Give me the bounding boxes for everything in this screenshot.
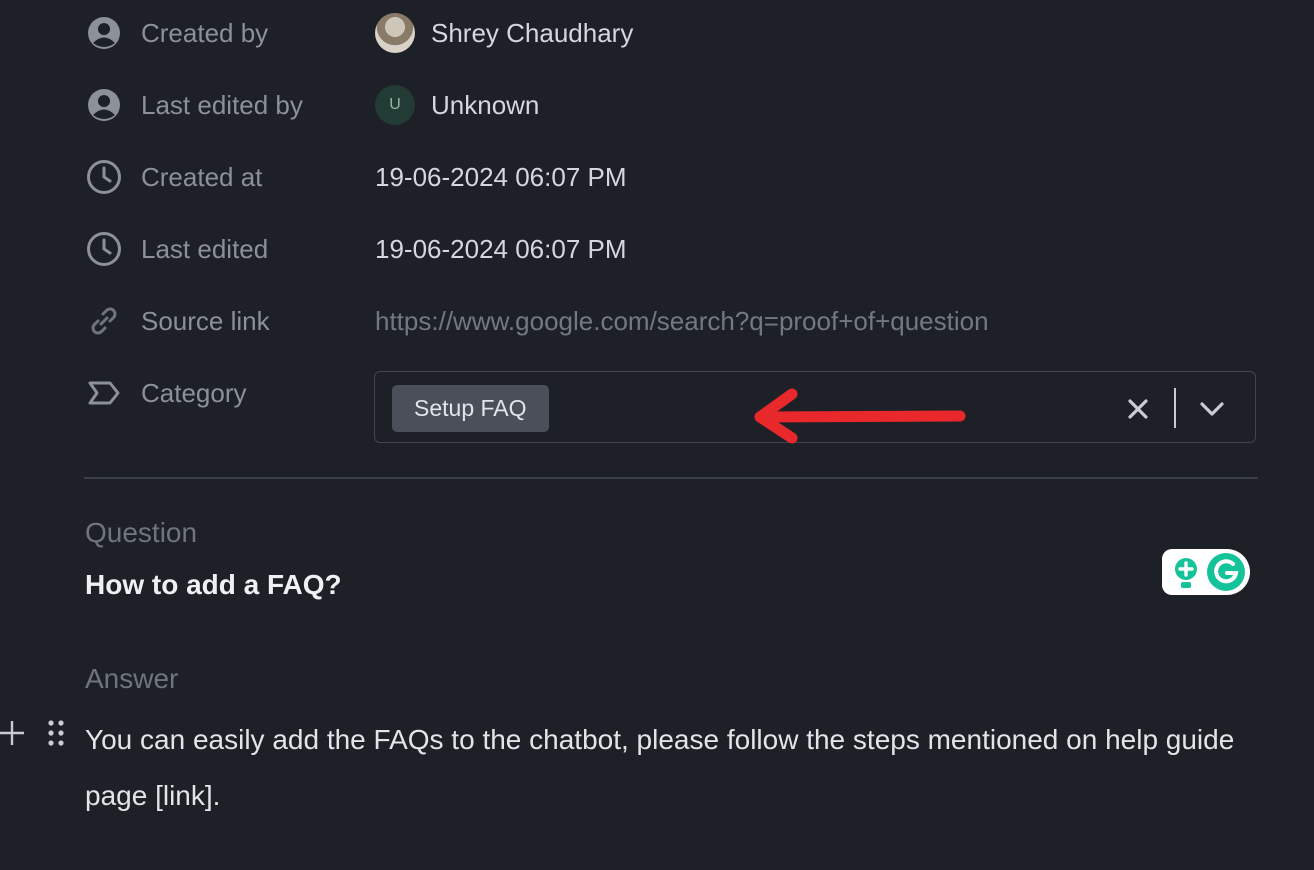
editor-name: Unknown — [431, 89, 540, 120]
grammarly-widget[interactable] — [1162, 549, 1250, 595]
answer-label: Answer — [85, 663, 179, 694]
property-value: U Unknown — [375, 85, 539, 125]
property-last-edited-by: Last edited by U Unknown — [86, 83, 1266, 127]
answer-text[interactable]: You can easily add the FAQs to the chatb… — [85, 712, 1255, 824]
drag-handle-icon[interactable] — [46, 718, 66, 748]
clear-icon[interactable] — [1124, 395, 1152, 423]
property-created-at: Created at 19-06-2024 06:07 PM — [86, 155, 1266, 199]
avatar: U — [375, 85, 415, 125]
last-edited-value: 19-06-2024 06:07 PM — [375, 233, 627, 264]
link-icon — [86, 303, 122, 339]
question-text[interactable]: How to add a FAQ? — [85, 569, 342, 601]
red-arrow-icon — [754, 388, 966, 444]
property-label: Created at — [141, 161, 263, 192]
tag-icon — [86, 375, 122, 411]
source-link-value[interactable]: https://www.google.com/search?q=proof+of… — [375, 306, 989, 337]
property-created-by: Created by Shrey Chaudhary — [86, 11, 1266, 55]
property-label: Last edited by — [141, 89, 303, 120]
add-block-icon[interactable] — [0, 718, 24, 748]
property-label: Category — [141, 377, 247, 408]
property-last-edited: Last edited 19-06-2024 06:07 PM — [86, 227, 1266, 271]
property-value: Shrey Chaudhary — [375, 13, 633, 53]
property-label: Source link — [141, 305, 270, 336]
clock-icon — [86, 159, 122, 195]
property-source-link: Source link https://www.google.com/searc… — [86, 299, 1266, 343]
divider — [84, 477, 1258, 479]
created-at-value: 19-06-2024 06:07 PM — [375, 161, 627, 192]
chevron-down-icon[interactable] — [1197, 395, 1227, 423]
property-label: Last edited — [141, 233, 269, 264]
person-circle-icon — [86, 87, 122, 123]
person-circle-icon — [86, 15, 122, 51]
select-separator — [1174, 388, 1176, 428]
avatar — [375, 13, 415, 53]
clock-icon — [86, 231, 122, 267]
property-label: Created by — [141, 17, 269, 48]
creator-name: Shrey Chaudhary — [431, 17, 634, 48]
category-chip[interactable]: Setup FAQ — [392, 385, 549, 432]
question-label: Question — [85, 517, 198, 548]
